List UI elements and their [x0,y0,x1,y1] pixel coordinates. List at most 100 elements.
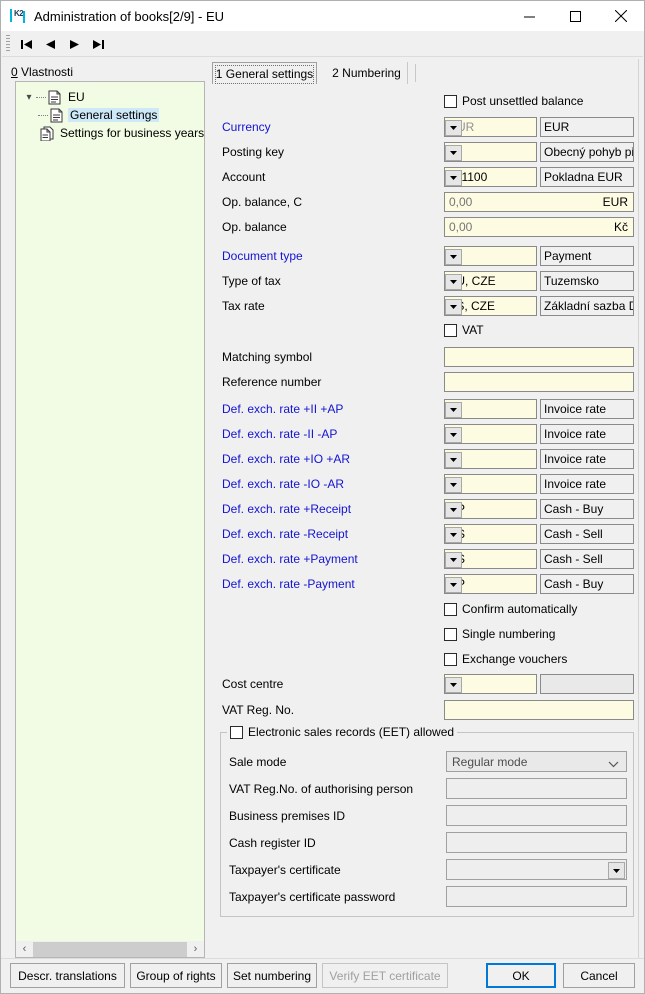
field-row-def-exch-rate-io-ar-minus: Def. exch. rate -IO -AR IN Invoice rate [212,474,638,496]
def-exch-rate-combo[interactable]: VP [444,499,537,519]
tree-item-label: General settings [68,108,160,122]
tree-item-eu[interactable]: ▾ EU [16,88,204,106]
field-row-def-exch-rate-receipt-plus: Def. exch. rate +Receipt VP Cash - Buy [212,499,638,521]
taxpayers-certificate-password-input[interactable] [446,886,627,907]
def-exch-rate-description: Invoice rate [540,474,634,494]
close-button[interactable] [598,1,644,31]
def-exch-rate-description: Cash - Buy [540,499,634,519]
chevron-down-icon[interactable] [445,274,462,290]
cash-register-id-input[interactable] [446,832,627,853]
sale-mode-select[interactable]: Regular mode [446,751,627,772]
chevron-down-icon[interactable] [445,502,462,518]
toolbar-grip[interactable] [6,35,10,53]
def-exch-rate-combo[interactable]: IN [444,449,537,469]
field-row-reference-number: Reference number [212,372,638,394]
op-balance-input[interactable]: 0,00 Kč [444,217,634,237]
type-of-tax-combo[interactable]: TU, CZE [444,271,537,291]
maximize-button[interactable] [552,1,598,31]
chevron-down-icon[interactable] [445,170,462,186]
scroll-right-icon[interactable]: › [187,942,204,957]
field-label: Posting key [222,145,285,159]
field-row-type-of-tax: Type of tax TU, CZE Tuzemsko [212,271,638,293]
def-exch-rate-combo[interactable]: VS [444,524,537,544]
account-combo[interactable]: 211100 [444,167,537,187]
currency-combo[interactable]: EUR [444,117,537,137]
field-row-def-exch-rate-receipt-minus: Def. exch. rate -Receipt VS Cash - Sell [212,524,638,546]
scrollbar-thumb[interactable] [33,941,187,957]
tax-rate-combo[interactable]: ZS, CZE [444,296,537,316]
next-record-button[interactable] [62,33,86,55]
def-exch-rate-combo[interactable]: IN [444,474,537,494]
checkbox-box[interactable] [444,94,457,108]
field-label: Def. exch. rate +II +AP [222,402,344,416]
first-record-button[interactable] [14,33,38,55]
previous-record-button[interactable] [38,33,62,55]
tab-general-settings[interactable]: 1 General settings [212,62,317,84]
chevron-down-icon[interactable] [445,552,462,568]
tree-item-general-settings[interactable]: General settings [16,106,204,124]
chevron-down-icon[interactable] [608,862,625,879]
op-balance-c-input[interactable]: 0,00 EUR [444,192,634,212]
post-unsettled-balance-checkbox[interactable]: Post unsettled balance [444,94,583,108]
field-label: Account [222,170,266,184]
eet-allowed-checkbox[interactable]: Electronic sales records (EET) allowed [227,725,458,739]
chevron-down-icon[interactable] [445,452,462,468]
field-row-tax-rate: Tax rate ZS, CZE Základní sazba D [212,296,638,318]
tree-horizontal-scrollbar[interactable]: ‹ › [15,941,205,958]
checkbox-box[interactable] [444,602,457,616]
chevron-down-icon[interactable] [445,299,462,315]
checkbox-box[interactable] [444,627,457,641]
chevron-down-icon[interactable] [445,677,462,693]
vat-reg-no-authorising-input[interactable] [446,778,627,799]
exchange-vouchers-checkbox[interactable]: Exchange vouchers [444,652,567,666]
group-of-rights-button[interactable]: Group of rights [130,963,222,988]
tax-rate-description: Základní sazba D [540,296,634,316]
chevron-down-icon[interactable] [445,577,462,593]
checkbox-box[interactable] [444,652,457,666]
checkbox-box[interactable] [444,323,457,337]
eet-row-sale-mode: Sale mode Regular mode [221,751,633,775]
last-record-button[interactable] [86,33,110,55]
matching-symbol-input[interactable] [444,347,634,367]
chevron-down-icon[interactable] [445,477,462,493]
posting-key-combo[interactable]: O [444,142,537,162]
descr-translations-button[interactable]: Descr. translations [10,963,125,988]
scroll-left-icon[interactable]: ‹ [16,942,33,957]
vat-reg-no-input[interactable] [444,700,634,720]
chevron-down-icon[interactable] [445,145,462,161]
chevron-down-icon[interactable]: ▾ [22,92,36,103]
single-numbering-checkbox[interactable]: Single numbering [444,627,555,641]
ok-button[interactable]: OK [486,963,556,988]
cancel-button[interactable]: Cancel [563,963,635,988]
field-label: Def. exch. rate -II -AP [222,427,338,441]
cost-centre-combo[interactable] [444,674,537,694]
document-icon [48,90,61,105]
taxpayers-certificate-combo[interactable] [446,859,627,880]
chevron-down-icon[interactable] [445,527,462,543]
tab-numbering[interactable]: 2 Numbering [326,62,408,84]
minimize-button[interactable] [506,1,552,31]
chevron-down-icon[interactable] [445,249,462,265]
document-type-combo[interactable]: P [444,246,537,266]
def-exch-rate-combo[interactable]: IN [444,399,537,419]
vat-checkbox[interactable]: VAT [444,323,484,337]
checkbox-box[interactable] [230,725,243,739]
k2-app-icon: K2 [10,8,26,24]
set-numbering-button[interactable]: Set numbering [227,963,317,988]
tree-item-settings-for-business-years[interactable]: Settings for business years [16,124,204,142]
def-exch-rate-combo[interactable]: IN [444,424,537,444]
field-label: Taxpayer's certificate password [229,890,396,904]
def-exch-rate-combo[interactable]: VP [444,574,537,594]
chevron-down-icon[interactable] [608,757,619,771]
field-row-op-balance-c: Op. balance, C 0,00 EUR [212,192,638,214]
chevron-down-icon[interactable] [445,402,462,418]
confirm-automatically-checkbox[interactable]: Confirm automatically [444,602,577,616]
verify-eet-certificate-button: Verify EET certificate [322,963,448,988]
chevron-down-icon[interactable] [445,120,462,136]
properties-tree[interactable]: ▾ EU General settings Settings for busin… [15,81,205,957]
def-exch-rate-combo[interactable]: VS [444,549,537,569]
chevron-down-icon[interactable] [445,427,462,443]
eet-row-taxpayers-certificate: Taxpayer's certificate [221,859,633,883]
reference-number-input[interactable] [444,372,634,392]
business-premises-id-input[interactable] [446,805,627,826]
